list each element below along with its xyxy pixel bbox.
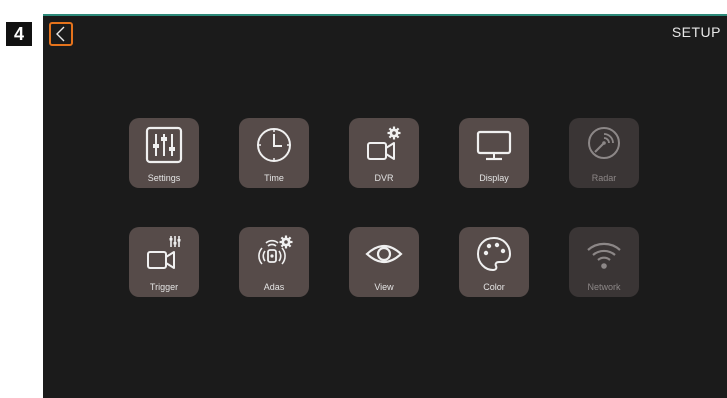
tile-label: DVR — [374, 173, 394, 183]
tile-label: Adas — [263, 282, 285, 292]
camera-gear-icon — [367, 126, 401, 160]
tile-label: Network — [587, 282, 621, 292]
chevron-left-icon — [56, 26, 65, 42]
back-button[interactable] — [49, 22, 73, 46]
tile-label: Color — [483, 282, 505, 292]
tile-radar[interactable]: Radar — [569, 118, 639, 188]
tile-label: Time — [264, 173, 284, 183]
tile-view[interactable]: View — [349, 227, 419, 297]
tile-adas[interactable]: Adas — [239, 227, 309, 297]
tile-time[interactable]: Time — [239, 118, 309, 188]
eye-icon — [365, 244, 403, 264]
setup-menu-grid: Settings Time DVR Display Radar Trigger … — [129, 118, 639, 297]
tile-label: Trigger — [149, 282, 179, 292]
tile-display[interactable]: Display — [459, 118, 529, 188]
tile-label: Radar — [591, 173, 617, 183]
radar-icon — [588, 127, 620, 159]
wifi-icon — [587, 242, 621, 269]
monitor-icon — [476, 130, 512, 161]
tile-label: Settings — [147, 173, 181, 183]
tile-dvr[interactable]: DVR — [349, 118, 419, 188]
tile-color[interactable]: Color — [459, 227, 529, 297]
palette-icon — [476, 236, 512, 272]
sliders-icon — [145, 126, 183, 164]
setup-screen: SETUP Settings Time DVR Display Radar Tr… — [43, 14, 727, 398]
camera-sliders-icon — [147, 236, 181, 269]
tile-trigger[interactable]: Trigger — [129, 227, 199, 297]
screen-title: SETUP — [671, 24, 721, 40]
tile-settings[interactable]: Settings — [129, 118, 199, 188]
clock-icon — [257, 128, 291, 162]
tile-label: Display — [479, 173, 509, 183]
tile-label: View — [374, 282, 394, 292]
tile-network[interactable]: Network — [569, 227, 639, 297]
sensor-gear-icon — [258, 235, 293, 265]
step-number-badge: 4 — [6, 22, 32, 46]
